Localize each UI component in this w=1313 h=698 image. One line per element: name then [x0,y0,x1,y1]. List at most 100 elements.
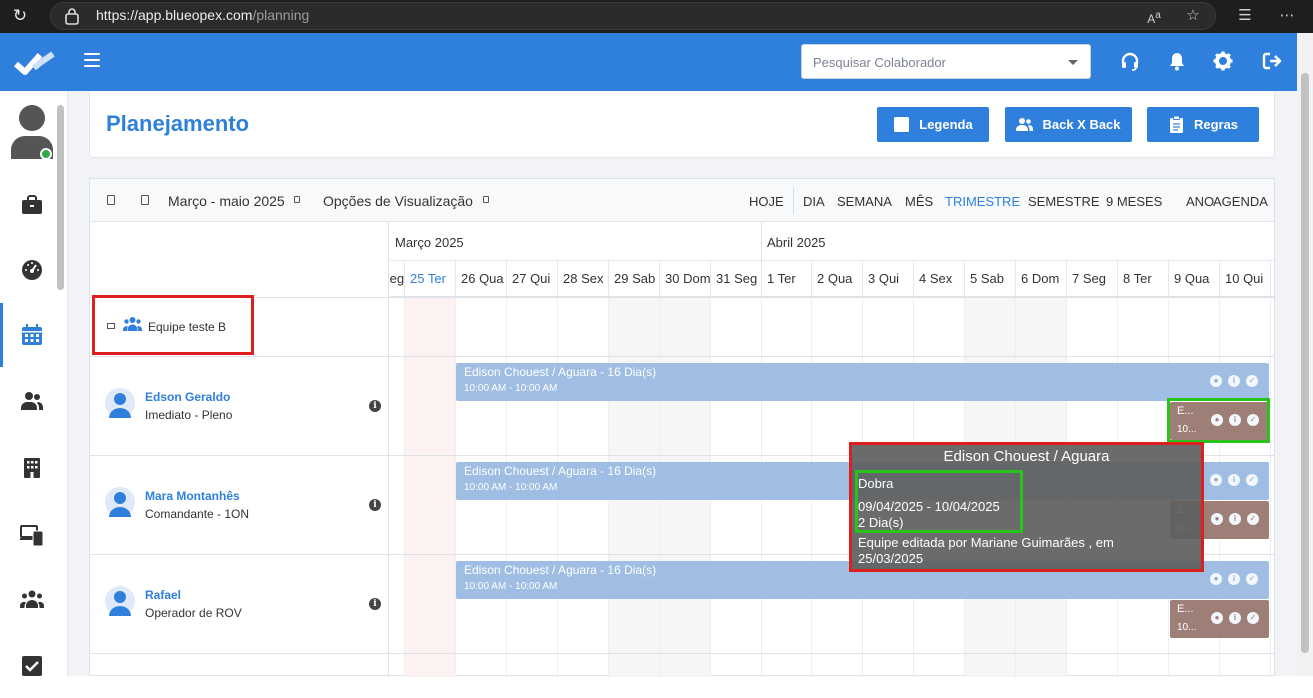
assignment-tooltip: Edison Chouest / Aguara Dobra 09/04/2025… [849,442,1204,572]
view-trimestre[interactable]: TRIMESTRE [945,194,1020,209]
view-dia[interactable]: DIA [803,194,825,209]
prev-period-icon[interactable] [107,195,115,205]
info-icon[interactable]: i [1228,474,1240,486]
gear-icon[interactable] [1212,50,1234,72]
check-icon[interactable]: ✓ [1246,474,1258,486]
view-semestre[interactable]: SEMESTRE [1028,194,1100,209]
scheduler-toolbar: Março - maio 2025 Opções de Visualização… [90,179,1274,222]
info-icon[interactable]: i [369,400,381,412]
info-icon[interactable]: i [369,499,381,511]
logout-icon[interactable] [1261,50,1283,72]
day-header: 9 Qua [1169,261,1220,297]
menu-toggle-icon[interactable] [84,53,100,67]
legend-button-label: Legenda [919,117,973,132]
dashboard-icon [22,260,42,280]
day-header: 1 Ter [762,261,812,297]
day-column[interactable] [405,297,456,677]
day-header: 4 Sex [914,261,965,297]
row-divider [90,356,1274,357]
url-text: https://app.blueopex.com/planning [96,7,310,23]
view-semana[interactable]: SEMANA [837,194,892,209]
users-icon [21,392,43,410]
check-icon[interactable]: ✓ [1247,513,1259,525]
reload-icon[interactable]: ↻ [10,6,30,26]
sidebar-scrollbar[interactable] [55,91,67,676]
view-options-dropdown-icon[interactable] [483,196,489,203]
info-icon[interactable]: i [1228,375,1240,387]
favorite-star-icon[interactable]: ☆ [1182,5,1204,27]
app-header: Pesquisar Colaborador [0,33,1297,91]
day-header: Seg [390,261,405,297]
person-role: Comandante - 1ON [145,507,250,521]
info-icon[interactable]: i [1228,573,1240,585]
search-collaborator-select[interactable]: Pesquisar Colaborador [801,44,1091,79]
tooltip-edited-by: Equipe editada por Mariane Guimarães , e… [858,535,1114,550]
page-scrollbar[interactable] [1297,33,1313,676]
building-icon [24,458,40,478]
view-options-dropdown[interactable]: Opções de Visualização [323,193,473,209]
view-agenda[interactable]: AGENDA [1213,194,1268,209]
day-header: 31 Seg [711,261,762,297]
info-icon[interactable]: i [369,598,381,610]
view-mês[interactable]: MÊS [905,194,933,209]
team-icon[interactable]: ● [1210,573,1222,585]
assignment-time: 10:00 AM - 10:00 AM [464,581,558,592]
back-x-back-label: Back X Back [1042,117,1121,132]
rules-button[interactable]: Regras [1147,107,1259,142]
team-icon[interactable]: ● [1211,612,1223,624]
assignment-bar[interactable]: Edison Chouest / Aguara - 16 Dia(s) 10:00… [456,363,1269,401]
assignment-title: E... [1177,603,1194,615]
person-avatar [105,487,135,517]
day-header-row: Seg25 Ter26 Qua27 Qui28 Sex29 Sab30 Dom3… [390,261,1274,297]
lock-icon [65,8,79,25]
favorites-list-icon[interactable]: ☰ [1234,5,1256,27]
day-header: 25 Ter [405,261,456,297]
day-column[interactable] [390,297,405,677]
logo-icon[interactable] [14,51,56,75]
team-icon[interactable]: ● [1210,474,1222,486]
view-9-meses[interactable]: 9 MESES [1106,194,1162,209]
day-header: 26 Qua [456,261,507,297]
title-card: Planejamento Legenda Back X Back Regras [89,91,1275,158]
team-icon[interactable]: ● [1211,513,1223,525]
period-dropdown-icon[interactable] [294,196,300,203]
assignment-time: 10:00 AM - 10:00 AM [464,383,558,394]
page-title: Planejamento [106,111,250,136]
day-header: 27 Qui [507,261,558,297]
check-icon[interactable]: ✓ [1246,573,1258,585]
person-name[interactable]: Rafael [145,588,181,602]
page-scroll-thumb[interactable] [1301,73,1309,653]
period-label[interactable]: Março - maio 2025 [168,193,285,209]
assignment-time: 10:00 AM - 10:00 AM [464,482,558,493]
info-icon[interactable]: i [1229,513,1241,525]
row-divider [90,653,1274,654]
next-period-icon[interactable] [141,195,149,205]
back-x-back-button[interactable]: Back X Back [1005,107,1132,142]
check-icon[interactable]: ✓ [1247,612,1259,624]
sidebar [0,91,68,676]
clipboard-icon [1169,116,1183,133]
month-header-row: Março 2025 Abril 2025 [390,222,1274,296]
person-name[interactable]: Mara Montanhês [145,489,240,503]
person-name[interactable]: Edson Geraldo [145,390,230,404]
more-menu-icon[interactable]: ⋯ [1276,5,1298,27]
month-label: Março 2025 [395,235,464,250]
info-icon[interactable]: i [1229,612,1241,624]
assignment-title: Edison Chouest / Aguara - 16 Dia(s) [464,464,657,478]
toolbar-divider [793,187,794,214]
devices-icon [20,525,44,547]
short-assignment-bar[interactable]: E... 10... ● i ✓ [1170,600,1269,638]
headset-icon[interactable] [1119,50,1141,72]
team-icon[interactable]: ● [1210,375,1222,387]
view-ano[interactable]: ANO [1186,194,1214,209]
person-role: Operador de ROV [145,606,242,620]
sidebar-scroll-thumb[interactable] [57,105,64,290]
bell-icon[interactable] [1166,50,1188,72]
read-aloud-icon[interactable]: Aa [1143,5,1165,27]
view-hoje[interactable]: HOJE [749,194,784,209]
assignment-highlight-box [1167,398,1270,443]
check-icon[interactable]: ✓ [1246,375,1258,387]
assignment-title: Edison Chouest / Aguara - 16 Dia(s) [464,365,657,379]
browser-toolbar: ↻ https://app.blueopex.com/planning Aa ☆… [0,0,1313,33]
legend-button[interactable]: Legenda [877,107,989,142]
